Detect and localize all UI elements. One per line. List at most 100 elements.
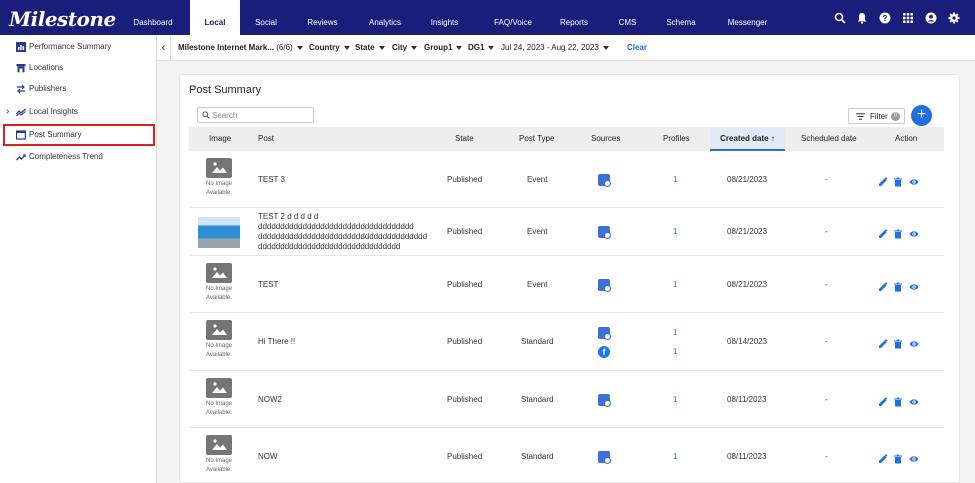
search-placeholder: Search: [212, 111, 238, 120]
profile-count-link[interactable]: 1: [673, 328, 677, 337]
no-image-caption-line1: No Image: [205, 400, 232, 407]
table-row[interactable]: No Image Available. NOW2 Published Standard 1…: [189, 371, 944, 428]
view-eye-icon[interactable]: [909, 282, 919, 292]
post-text-line: NOW: [258, 451, 278, 461]
profile-count-link[interactable]: 1: [673, 227, 677, 236]
sidebar-item-performance-summary[interactable]: Performance Summary: [0, 37, 157, 57]
view-eye-icon[interactable]: [909, 177, 919, 187]
profile-count-link[interactable]: 1: [673, 280, 677, 289]
column-header-image: Image: [209, 134, 232, 143]
table-row[interactable]: No Image Available. NOW Published Standard 1 0…: [189, 428, 944, 483]
edit-pencil-icon[interactable]: [878, 339, 888, 349]
filter-lines-icon: [856, 113, 865, 120]
group1-filter-dropdown[interactable]: Group1: [424, 43, 463, 52]
post-text-line: ddddddddddddddddddddddddddddddddddd: [258, 222, 414, 231]
post-type: Standard: [521, 337, 554, 346]
add-post-button[interactable]: +: [911, 105, 932, 126]
search-icon[interactable]: [834, 12, 846, 24]
milestone-logo[interactable]: Milestone: [9, 7, 116, 31]
column-header-profiles[interactable]: Profiles: [663, 127, 690, 151]
column-header-state[interactable]: State: [455, 127, 474, 151]
search-input[interactable]: Search: [197, 107, 314, 123]
profile-count-link[interactable]: 1: [673, 395, 677, 404]
edit-pencil-icon[interactable]: [878, 396, 888, 407]
google-business-icon: [598, 226, 611, 239]
post-image-thumbnail[interactable]: [198, 217, 240, 248]
table-row[interactable]: TEST 2 d d d d d dddddddddddddddddddddddd…: [189, 208, 944, 256]
delete-trash-icon[interactable]: [893, 339, 903, 349]
clear-filters-link[interactable]: Clear: [627, 43, 647, 52]
nav-tab-analytics[interactable]: Analytics: [360, 0, 410, 35]
post-text: TEST: [258, 280, 278, 290]
nav-tab-local[interactable]: Local: [190, 0, 240, 35]
nav-tab-reports[interactable]: Reports: [553, 0, 595, 35]
filter-button[interactable]: Filter 0: [848, 108, 905, 124]
nav-tab-insights[interactable]: Insights: [423, 0, 466, 35]
nav-tab-dashboard[interactable]: Dashboard: [127, 0, 179, 35]
account-filter-dropdown[interactable]: Milestone Internet Mark... (6/6): [178, 43, 303, 52]
nav-tab-cms[interactable]: CMS: [612, 0, 643, 35]
collapse-sidebar-button[interactable]: ‹: [157, 35, 171, 61]
sidebar-item-post-summary[interactable]: Post Summary: [3, 124, 155, 146]
sidebar-item-completeness-trend[interactable]: Completeness Trend: [0, 147, 157, 167]
profile-count-link[interactable]: 1: [673, 347, 677, 356]
no-image-caption-line1: No Image: [205, 457, 232, 464]
column-header-post[interactable]: Post: [258, 127, 274, 151]
nav-tab-messenger[interactable]: Messenger: [720, 0, 775, 35]
column-header-post-type[interactable]: Post Type: [519, 127, 554, 151]
delete-trash-icon[interactable]: [893, 282, 903, 292]
settings-icon[interactable]: [948, 12, 960, 24]
post-text: Hi There !!: [258, 337, 295, 347]
google-business-icon: [598, 327, 611, 340]
nav-tab-schema[interactable]: Schema: [660, 0, 702, 35]
sidebar-item-label: Local Insights: [29, 107, 78, 116]
delete-trash-icon[interactable]: [893, 229, 903, 239]
profile-count-link[interactable]: 1: [673, 175, 677, 184]
sidebar-item-publishers[interactable]: Publishers: [0, 79, 157, 99]
sidebar-item-local-insights[interactable]: › Local Insights: [0, 102, 157, 122]
no-image-placeholder: No Image Available.: [201, 377, 237, 418]
post-state: Published: [447, 394, 483, 404]
table-row[interactable]: No Image Available. TEST 3 Published Event 1 0…: [189, 151, 944, 208]
city-filter-dropdown[interactable]: City: [392, 43, 418, 52]
sidebar-item-locations[interactable]: Locations: [0, 58, 157, 78]
view-eye-icon[interactable]: [909, 229, 919, 239]
edit-pencil-icon[interactable]: [878, 281, 888, 292]
account-icon[interactable]: [925, 12, 937, 24]
column-header-created-date[interactable]: Created date ↑: [710, 127, 785, 151]
bell-icon[interactable]: [856, 12, 868, 24]
no-image-caption-line2: Available.: [206, 294, 232, 301]
created-date: 08/14/2023: [727, 337, 768, 346]
nav-tab-social[interactable]: Social: [248, 0, 284, 35]
profile-count-link[interactable]: 1: [673, 452, 677, 461]
no-image-caption-line1: No Image: [205, 343, 232, 349]
delete-trash-icon[interactable]: [893, 397, 903, 407]
edit-pencil-icon[interactable]: [878, 176, 888, 187]
view-eye-icon[interactable]: [909, 339, 919, 349]
table-row[interactable]: No Image Available. Hi There !! Published St…: [189, 313, 944, 371]
edit-pencil-icon[interactable]: [878, 453, 888, 464]
delete-trash-icon[interactable]: [893, 177, 903, 187]
view-eye-icon[interactable]: [909, 397, 919, 407]
post-state: Published: [447, 337, 483, 346]
delete-trash-icon[interactable]: [893, 454, 903, 464]
view-eye-icon[interactable]: [909, 454, 919, 464]
post-type: Standard: [521, 394, 554, 404]
post-text-line: TEST 2 d d d d d: [258, 212, 319, 221]
post-state: Published: [447, 227, 483, 236]
apps-grid-icon[interactable]: [902, 12, 914, 24]
nav-tab-reviews[interactable]: Reviews: [300, 0, 345, 35]
chevron-right-icon[interactable]: ›: [6, 106, 9, 117]
date-range-dropdown[interactable]: Jul 24, 2023 - Aug 22, 2023: [501, 43, 609, 52]
state-filter-dropdown[interactable]: State: [355, 43, 385, 52]
scheduled-date: -: [825, 279, 828, 289]
dg1-filter-dropdown[interactable]: DG1: [468, 43, 495, 52]
country-filter-dropdown[interactable]: Country: [309, 43, 350, 52]
trend-up-icon: [16, 154, 26, 161]
post-text-line: TEST 3: [258, 174, 285, 184]
help-icon[interactable]: ?: [879, 12, 891, 24]
table-row[interactable]: No Image Available. TEST Published Event 1 08/…: [189, 256, 944, 313]
edit-pencil-icon[interactable]: [878, 229, 888, 239]
column-header-scheduled-date[interactable]: Scheduled date: [801, 127, 857, 151]
nav-tab-faq-voice[interactable]: FAQ/Voice: [484, 0, 542, 35]
